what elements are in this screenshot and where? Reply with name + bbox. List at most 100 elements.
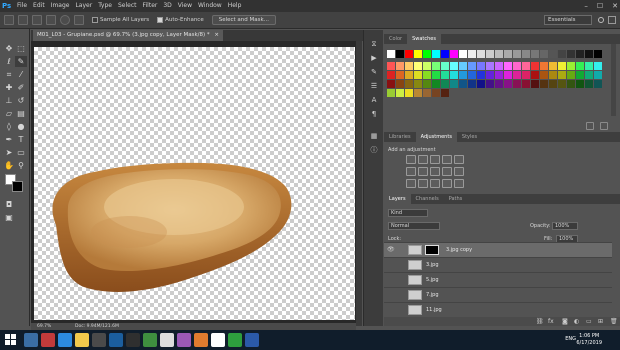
swatch[interactable] (387, 62, 395, 70)
info-panel-icon[interactable]: ⓘ (369, 146, 379, 155)
brush-settings-icon[interactable]: ✎ (369, 68, 379, 77)
swatch[interactable] (558, 80, 566, 88)
swatches-scrollbar[interactable] (611, 44, 616, 116)
swatch[interactable] (423, 50, 431, 58)
screen-mode-icon[interactable]: ▣ (3, 212, 15, 223)
taskbar-app-icon[interactable] (245, 333, 259, 347)
selective-color-icon[interactable] (454, 179, 464, 188)
canvas-vertical-scrollbar[interactable] (356, 41, 362, 326)
swatch[interactable] (441, 80, 449, 88)
swatch[interactable] (477, 80, 485, 88)
swatch[interactable] (459, 71, 467, 79)
swatch[interactable] (477, 71, 485, 79)
layer-row[interactable]: 11.jpg (384, 302, 612, 317)
paragraph-panel-icon[interactable]: ¶ (369, 110, 379, 119)
menu-item-type[interactable]: Type (95, 0, 115, 12)
taskbar-clock[interactable]: 1:06 PM 6/17/2019 (576, 333, 602, 347)
visibility-eye-icon[interactable] (387, 277, 395, 283)
swatch[interactable] (432, 62, 440, 70)
swatch[interactable] (522, 71, 530, 79)
swatch[interactable] (567, 80, 575, 88)
sample-all-layers-checkbox[interactable] (92, 17, 98, 23)
swatch[interactable] (441, 50, 449, 58)
swatch[interactable] (405, 62, 413, 70)
swatch[interactable] (585, 71, 593, 79)
visibility-eye-icon[interactable] (387, 262, 395, 268)
swatch[interactable] (531, 62, 539, 70)
swatch[interactable] (594, 50, 602, 58)
swatch[interactable] (414, 80, 422, 88)
swatch[interactable] (594, 71, 602, 79)
maximize-button[interactable]: ☐ (597, 0, 603, 12)
brush-angle-icon[interactable] (74, 15, 84, 25)
zoom-readout[interactable]: 69.7% (37, 323, 51, 330)
swatch[interactable] (423, 71, 431, 79)
link-layers-icon[interactable]: ⛓ (536, 318, 544, 325)
swatch[interactable] (486, 80, 494, 88)
marquee-tool-icon[interactable]: ⬚ (15, 43, 27, 54)
swatch[interactable] (576, 50, 584, 58)
quick-selection-tool-icon[interactable]: ✎ (15, 56, 27, 67)
new-group-icon[interactable]: ▭ (586, 318, 592, 325)
swatch[interactable] (495, 50, 503, 58)
document-canvas[interactable] (34, 47, 355, 320)
tab-swatches[interactable]: Swatches (407, 34, 441, 44)
swatch[interactable] (585, 50, 593, 58)
photo-filter-icon[interactable] (442, 167, 452, 176)
visibility-eye-icon[interactable] (387, 292, 395, 298)
taskbar-app-icon[interactable] (160, 333, 174, 347)
brush-tool-icon[interactable]: ✐ (15, 82, 27, 93)
taskbar-app-icon[interactable] (177, 333, 191, 347)
swatch[interactable] (540, 62, 548, 70)
swatch[interactable] (513, 50, 521, 58)
menu-item-edit[interactable]: Edit (30, 0, 48, 12)
swatch[interactable] (387, 50, 395, 58)
tab-libraries[interactable]: Libraries (384, 132, 416, 142)
swatch[interactable] (576, 62, 584, 70)
swatch[interactable] (558, 71, 566, 79)
pen-tool-icon[interactable]: ✒ (3, 134, 15, 145)
blur-tool-icon[interactable]: ◊ (3, 121, 15, 132)
swatch[interactable] (522, 50, 530, 58)
swatch[interactable] (540, 80, 548, 88)
swatch[interactable] (486, 50, 494, 58)
tab-paths[interactable]: Paths (444, 194, 468, 204)
swatch[interactable] (504, 50, 512, 58)
swatch[interactable] (594, 80, 602, 88)
swatch[interactable] (432, 89, 440, 97)
black-white-icon[interactable] (430, 167, 440, 176)
eyedropper-tool-icon[interactable]: ⁄ (15, 69, 27, 80)
visibility-eye-icon[interactable] (387, 307, 395, 313)
language-indicator[interactable]: ENG (565, 336, 576, 342)
swatch[interactable] (423, 62, 431, 70)
swatch[interactable] (396, 71, 404, 79)
swatch[interactable] (567, 50, 575, 58)
swatch[interactable] (396, 80, 404, 88)
add-to-selection-icon[interactable] (32, 15, 42, 25)
swatch[interactable] (504, 62, 512, 70)
delete-layer-icon[interactable]: 🗑 (610, 318, 618, 325)
swatch[interactable] (477, 62, 485, 70)
swatch[interactable] (576, 71, 584, 79)
swatch[interactable] (549, 80, 557, 88)
swatch[interactable] (531, 80, 539, 88)
brush-size-icon[interactable] (60, 15, 70, 25)
swatch[interactable] (414, 62, 422, 70)
swatch[interactable] (414, 89, 422, 97)
menu-item-help[interactable]: Help (225, 0, 245, 12)
swatch[interactable] (387, 80, 395, 88)
move-tool-icon[interactable]: ✥ (3, 43, 15, 54)
rectangle-tool-icon[interactable]: ▭ (15, 147, 27, 158)
menu-item-file[interactable]: File (14, 0, 30, 12)
swatch[interactable] (405, 89, 413, 97)
exposure-icon[interactable] (442, 155, 452, 164)
swatch[interactable] (459, 50, 467, 58)
new-adjustment-icon[interactable]: ◐ (574, 318, 579, 325)
levels-icon[interactable] (418, 155, 428, 164)
swatch[interactable] (567, 62, 575, 70)
gradient-map-icon[interactable] (442, 179, 452, 188)
swatch[interactable] (549, 50, 557, 58)
menu-item-view[interactable]: View (175, 0, 195, 12)
posterize-icon[interactable] (418, 179, 428, 188)
character-panel-icon[interactable]: A (369, 96, 379, 105)
